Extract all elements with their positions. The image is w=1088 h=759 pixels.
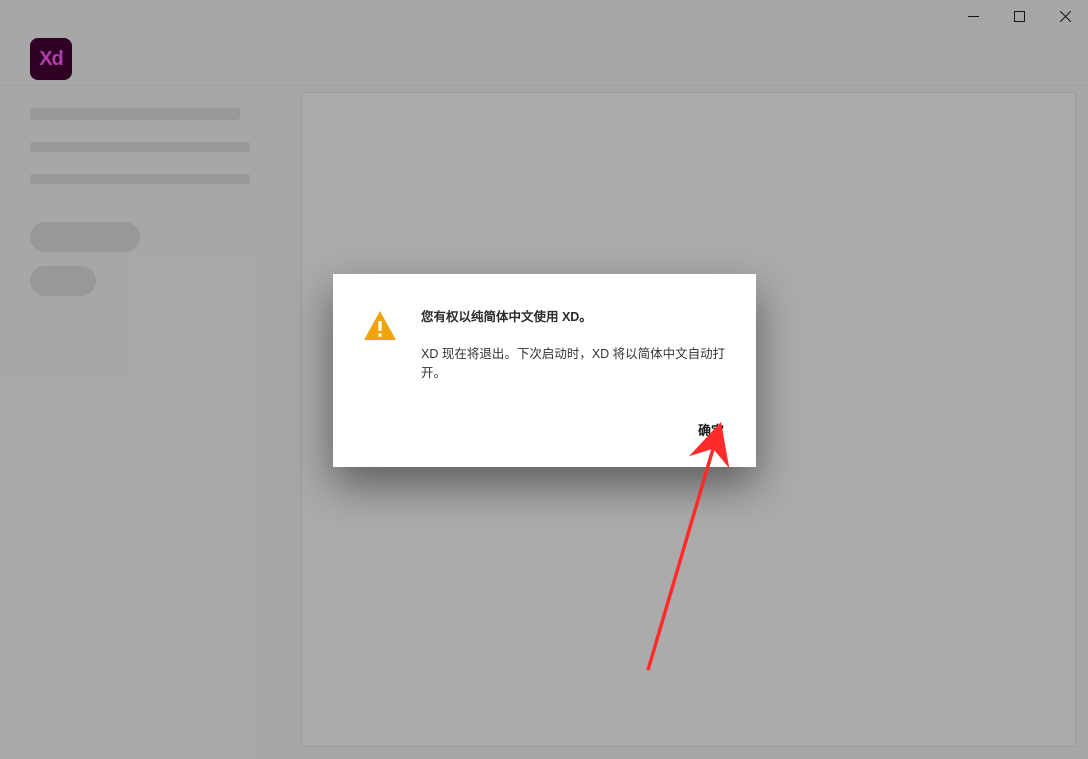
dialog-body: XD 现在将退出。下次启动时，XD 将以简体中文自动打开。 bbox=[421, 345, 728, 383]
warning-icon bbox=[361, 308, 399, 382]
ok-button[interactable]: 确定 bbox=[694, 414, 728, 445]
dialog-actions: 确定 bbox=[361, 414, 728, 445]
dialog-message: 您有权以纯简体中文使用 XD。 XD 现在将退出。下次启动时，XD 将以简体中文… bbox=[421, 308, 728, 382]
dialog-title: 您有权以纯简体中文使用 XD。 bbox=[421, 308, 728, 327]
language-dialog: 您有权以纯简体中文使用 XD。 XD 现在将退出。下次启动时，XD 将以简体中文… bbox=[333, 274, 756, 467]
